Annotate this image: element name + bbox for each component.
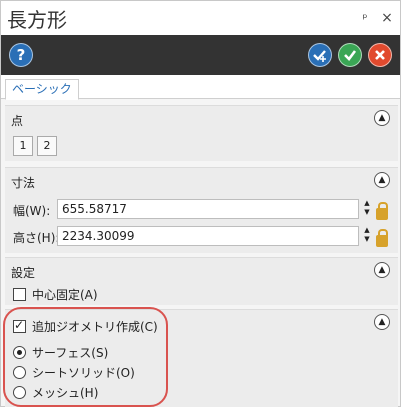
additional-geometry-checkbox[interactable] (13, 318, 26, 333)
width-spinner[interactable]: ▲ ▼ (361, 199, 373, 219)
width-field[interactable]: 655.58717 (57, 199, 359, 219)
surface-label: サーフェス(S) (32, 346, 109, 360)
points-section: 点 ▲ 1 2 (5, 105, 398, 161)
tab-strip: ベーシック (1, 75, 400, 100)
collapse-settings-icon[interactable]: ▲ (374, 262, 390, 278)
ok-button[interactable] (338, 43, 362, 67)
cancel-button[interactable] (368, 43, 392, 67)
collapse-points-icon[interactable]: ▲ (374, 110, 390, 126)
collapse-dimensions-icon[interactable]: ▲ (374, 172, 390, 188)
title-bar: 長方形 ᵖ × (1, 1, 400, 35)
center-fixed-option[interactable]: 中心固定(A) (13, 286, 98, 303)
ok-check-icon (344, 50, 357, 61)
mesh-label: メッシュ(H) (32, 386, 99, 400)
surface-option[interactable]: サーフェス(S) (13, 344, 108, 361)
additional-geometry-section: ▲ 追加ジオメトリ作成(C) サーフェス(S) シートソリッド(O) メッシュ(… (5, 309, 398, 407)
width-label: 幅(W): (13, 204, 51, 218)
height-spin-down-icon[interactable]: ▼ (361, 235, 373, 244)
width-spin-down-icon[interactable]: ▼ (361, 208, 373, 217)
settings-section-title: 設定 (11, 266, 36, 280)
pin-icon[interactable]: ᵖ (358, 11, 372, 25)
height-label: 高さ(H): (13, 231, 60, 245)
point-1-button[interactable]: 1 (13, 136, 33, 156)
mesh-radio[interactable] (13, 386, 26, 399)
surface-radio[interactable] (13, 346, 26, 359)
point-2-button[interactable]: 2 (37, 136, 57, 156)
rectangle-panel: 長方形 ᵖ × ? ベーシック 点 ▲ 1 2 寸法 ▲ 幅(W): 655.5… (0, 0, 401, 407)
sheet-solid-label: シートソリッド(O) (32, 366, 135, 380)
panel-title: 長方形 (7, 7, 67, 32)
center-fixed-label: 中心固定(A) (32, 288, 98, 302)
height-spin-up-icon[interactable]: ▲ (361, 226, 373, 235)
settings-section: 設定 ▲ 中心固定(A) (5, 257, 398, 305)
tab-basic[interactable]: ベーシック (5, 79, 79, 100)
height-field[interactable]: 2234.30099 (57, 226, 359, 246)
additional-geometry-label: 追加ジオメトリ作成(C) (32, 320, 158, 334)
center-fixed-checkbox[interactable] (13, 288, 26, 301)
dimensions-section: 寸法 ▲ 幅(W): 655.58717 ▲ ▼ 高さ(H): 2234.300… (5, 167, 398, 253)
cancel-x-icon (375, 50, 385, 60)
toolbar: ? (1, 35, 400, 75)
close-icon[interactable]: × (380, 10, 394, 26)
height-spinner[interactable]: ▲ ▼ (361, 226, 373, 246)
additional-geometry-option[interactable]: 追加ジオメトリ作成(C) (13, 318, 158, 335)
sheet-solid-radio[interactable] (13, 366, 26, 379)
help-button[interactable]: ? (9, 43, 33, 67)
apply-and-new-button[interactable] (308, 43, 332, 67)
help-icon: ? (16, 46, 26, 64)
mesh-option[interactable]: メッシュ(H) (13, 384, 98, 401)
collapse-additional-geometry-icon[interactable]: ▲ (374, 314, 390, 330)
apply-plus-icon (313, 50, 326, 62)
points-section-title: 点 (11, 114, 24, 128)
width-spin-up-icon[interactable]: ▲ (361, 199, 373, 208)
sheet-solid-option[interactable]: シートソリッド(O) (13, 364, 135, 381)
height-lock-icon[interactable] (376, 229, 388, 247)
width-lock-icon[interactable] (376, 202, 388, 220)
dimensions-section-title: 寸法 (11, 176, 36, 190)
